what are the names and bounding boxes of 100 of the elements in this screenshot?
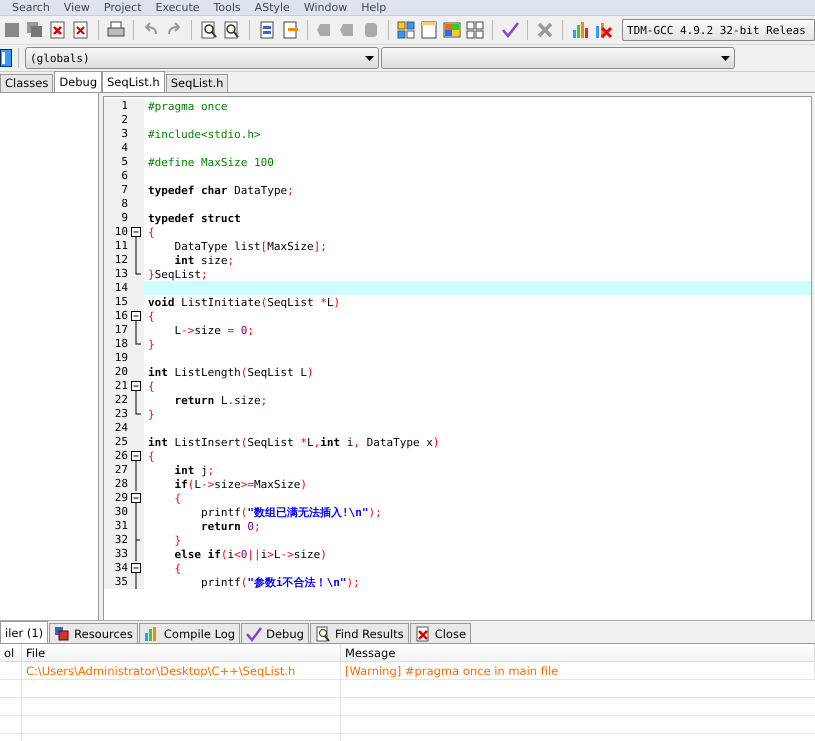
line-number: 20 — [114, 365, 128, 379]
menu-item[interactable]: Project — [104, 1, 142, 14]
close-icon — [414, 626, 431, 642]
search-icon[interactable] — [199, 20, 219, 40]
save-all-icon[interactable] — [25, 20, 45, 40]
line-number: 19 — [114, 351, 128, 365]
compiler-select[interactable]: TDM-GCC 4.9.2 32-bit Releas — [622, 19, 815, 41]
code-line: { — [174, 492, 182, 505]
line-number: 30 — [114, 505, 128, 519]
menu-item[interactable]: Tools — [214, 1, 241, 14]
panel-tab[interactable]: Compile Log — [138, 623, 240, 643]
line-number: 2 — [120, 113, 128, 127]
menu-item[interactable]: Window — [304, 1, 348, 14]
line-number: 24 — [114, 421, 128, 435]
file-tab[interactable]: SeqList.h — [166, 74, 228, 92]
line-number: 6 — [120, 169, 128, 183]
search-icon — [314, 626, 331, 642]
menu-item[interactable]: Help — [361, 1, 386, 14]
line-number: 13 — [114, 267, 128, 281]
panel-tab[interactable]: Debug — [54, 71, 102, 92]
line-number: 28 — [114, 477, 128, 491]
table-cell: [Warning] #pragma once in main file — [341, 662, 815, 680]
line-number: 18 — [114, 337, 128, 351]
panel-tab[interactable]: Close — [410, 623, 472, 643]
resources-icon — [54, 626, 70, 642]
panel-tab[interactable]: Find Results — [310, 623, 409, 643]
file-tab[interactable]: SeqList.h — [102, 71, 165, 92]
line-number: 16 — [114, 309, 128, 323]
code-line: if(L->size>=MaxSize) — [174, 478, 307, 491]
code-line: { — [148, 380, 155, 393]
code-line: } — [148, 408, 155, 421]
code-line: else if(i<0||i>L->size) — [174, 548, 327, 561]
check-icon — [246, 626, 262, 642]
line-number: 29 — [114, 491, 128, 505]
line-number: 1 — [120, 99, 128, 113]
code-line: { — [174, 562, 182, 575]
scope-select[interactable]: (globals) — [25, 47, 379, 69]
code-line: int j; — [174, 464, 214, 477]
menu-item[interactable]: AStyle — [254, 1, 290, 14]
menu-item[interactable]: Search — [12, 1, 50, 14]
column-header: Message — [341, 644, 815, 662]
line-number: 9 — [120, 211, 128, 225]
code-line: void ListInitiate(SeqList *L) — [148, 296, 340, 309]
check-icon[interactable] — [500, 20, 520, 40]
code-line: #pragma once — [148, 100, 228, 113]
line-number: 11 — [114, 239, 128, 253]
code-line: L->size = 0; — [173, 324, 254, 337]
code-line: typedef char DataType; — [148, 184, 294, 197]
line-number: 21 — [114, 379, 128, 393]
line-number: 10 — [114, 225, 128, 239]
line-number: 25 — [114, 435, 128, 449]
line-number: 4 — [120, 141, 128, 155]
menu-item[interactable]: View — [64, 1, 90, 14]
panel-tab[interactable]: Resources — [49, 623, 138, 643]
code-line: int ListInsert(SeqList *L,int i, DataType x) — [148, 436, 440, 449]
dropdown-caret-icon — [365, 56, 374, 60]
code-line: { — [148, 226, 155, 239]
line-number: 22 — [114, 393, 128, 407]
code-line: }SeqList; — [148, 268, 208, 281]
line-number: 34 — [114, 561, 128, 575]
code-line: int ListLength(SeqList L) — [148, 366, 314, 379]
code-line: DataType list[MaxSize]; — [173, 240, 327, 253]
line-number: 12 — [114, 253, 128, 267]
select-value: (globals) — [30, 52, 90, 64]
line-number: 5 — [120, 155, 128, 169]
panel-tab[interactable]: iler (1) — [0, 621, 48, 643]
grid-icon[interactable] — [396, 20, 416, 40]
line-number: 17 — [114, 323, 128, 337]
line-number: 27 — [114, 463, 128, 477]
dropdown-caret-icon — [721, 56, 730, 60]
code-line: #define MaxSize 100 — [148, 156, 274, 169]
code-line: return 0; — [200, 520, 261, 533]
line-number: 3 — [120, 127, 128, 141]
menu-item[interactable]: Execute — [156, 1, 200, 14]
line-number: 15 — [114, 295, 128, 309]
line-number: 31 — [114, 519, 128, 533]
code-line: { — [148, 310, 155, 323]
tiles-icon[interactable] — [465, 20, 485, 40]
line-number: 33 — [114, 547, 128, 561]
member-select[interactable] — [381, 47, 735, 69]
panel-tab[interactable]: Debug — [241, 623, 309, 643]
chart-delete-icon[interactable] — [593, 20, 613, 40]
code-line: #include<stdio.h> — [148, 128, 261, 141]
line-number: 32 — [114, 533, 128, 547]
line-number: 7 — [120, 183, 128, 197]
code-line: return L.size; — [174, 394, 268, 407]
line-number: 23 — [114, 407, 128, 421]
bar-chart-icon[interactable] — [570, 20, 590, 40]
line-number: 26 — [114, 449, 128, 463]
color-grid-icon[interactable] — [442, 20, 462, 40]
code-line: int size; — [174, 254, 234, 267]
column-header: File — [22, 644, 341, 662]
panel-tab[interactable]: Classes — [0, 74, 54, 92]
column-header: ol — [0, 644, 22, 662]
code-line: } — [174, 534, 182, 547]
window-icon[interactable] — [419, 20, 439, 40]
line-number: 8 — [120, 197, 128, 211]
save-icon[interactable] — [2, 20, 22, 40]
line-number: 35 — [114, 575, 128, 589]
class-browser-icon[interactable] — [0, 49, 12, 67]
